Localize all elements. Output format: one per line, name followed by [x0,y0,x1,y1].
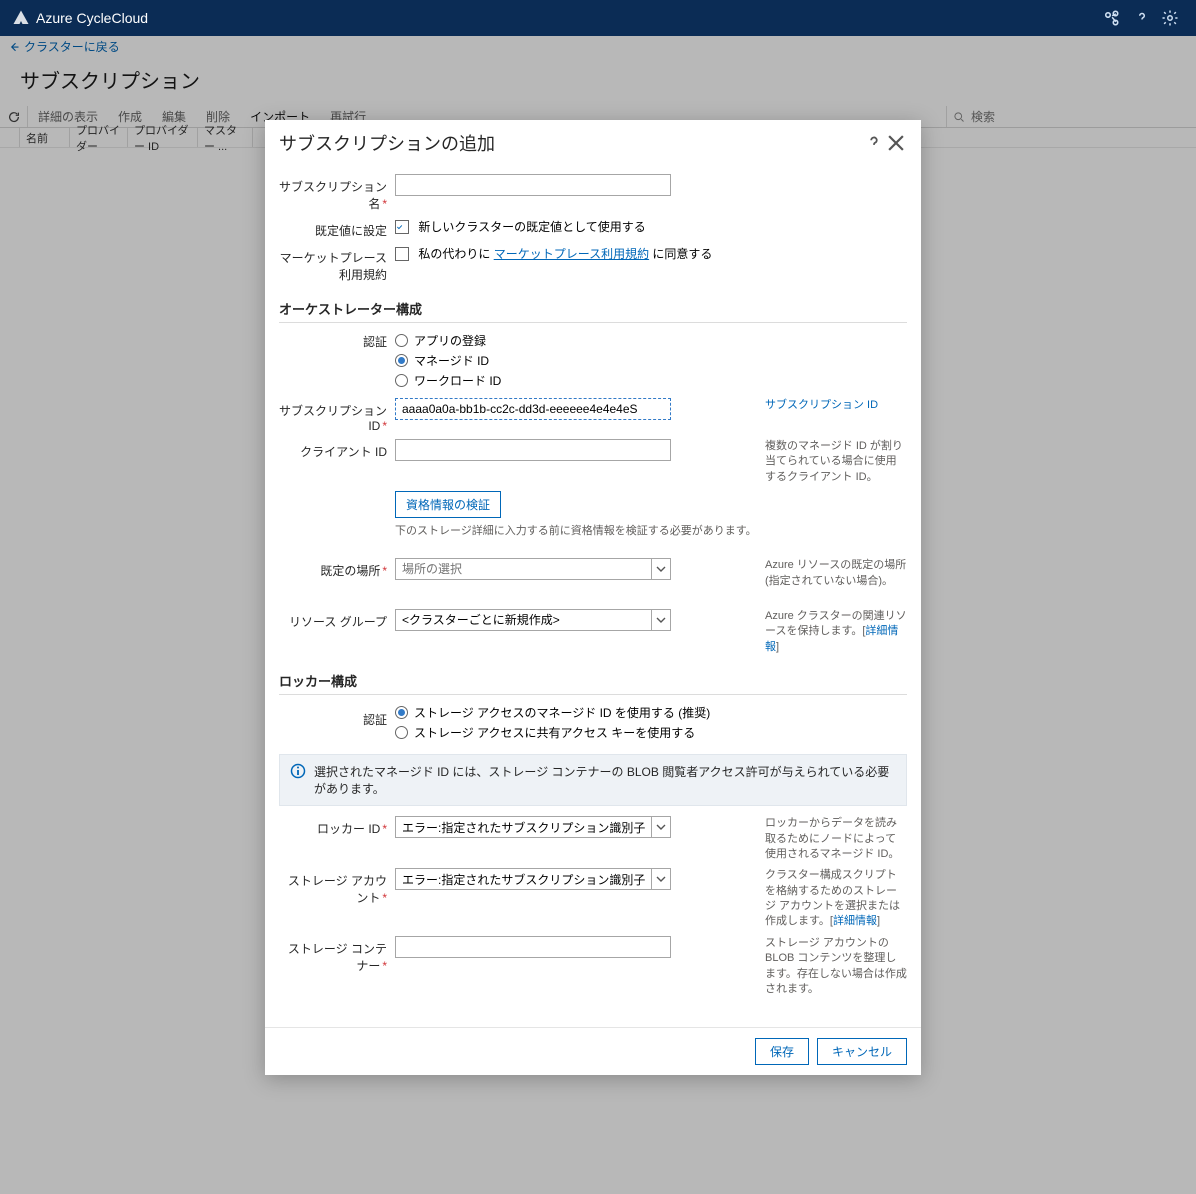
auth-radio-app[interactable]: アプリの登録 [395,332,865,349]
marketplace-checkbox[interactable] [395,247,409,261]
resource-group-side: Azure クラスターの関連リソースを保持します。[詳細情報] [765,609,907,655]
dialog-title: サブスクリプションの追加 [279,130,863,156]
set-default-text: 新しいクラスターの既定値として使用する [418,220,645,234]
default-location-combo[interactable] [395,558,671,580]
storage-container-input[interactable] [395,936,671,958]
default-location-side: Azure リソースの既定の場所 (指定されていない場合)。 [765,558,907,589]
dialog-help-icon[interactable] [863,132,885,154]
logo [12,9,30,27]
sa-more-link[interactable]: 詳細情報 [833,915,877,927]
sub-id-input[interactable] [395,398,671,420]
cancel-button[interactable]: キャンセル [817,1038,907,1065]
orchestrator-section-title: オーケストレーター構成 [279,293,907,323]
auth-label: 認証 [279,329,395,350]
default-location-label: 既定の場所 [320,564,380,578]
top-bar: Azure CycleCloud [0,0,1196,36]
client-id-input[interactable] [395,439,671,461]
default-location-input[interactable] [395,558,651,580]
save-button[interactable]: 保存 [755,1038,809,1065]
marketplace-link[interactable]: マーケットプレース利用規約 [494,247,649,261]
marketplace-text: 私の代わりに マーケットプレース利用規約 に同意する [418,247,712,261]
info-box: 選択されたマネージド ID には、ストレージ コンテナーの BLOB 閲覧者アク… [279,754,907,806]
locker-id-label: ロッカー ID [317,822,380,836]
client-id-side: 複数のマネージド ID が割り当てられている場合に使用するクライアント ID。 [765,439,907,485]
resource-group-input[interactable] [395,609,651,631]
locker-auth-radio-managed[interactable]: ストレージ アクセスのマネージド ID を使用する (推奨) [395,704,865,721]
set-default-label: 既定値に設定 [279,218,395,239]
validate-credentials-button[interactable]: 資格情報の検証 [395,491,501,518]
resource-group-combo[interactable] [395,609,671,631]
locker-auth-radio-shared[interactable]: ストレージ アクセスに共有アクセス キーを使用する [395,724,865,741]
add-subscription-dialog: サブスクリプションの追加 サブスクリプション名* 既定値に設定 新しいクラスター… [265,120,921,1075]
chevron-down-icon[interactable] [651,558,671,580]
client-id-label: クライアント ID [279,439,395,460]
auth-radio-workload[interactable]: ワークロード ID [395,372,865,389]
locker-auth-label: 認証 [279,701,395,728]
chevron-down-icon[interactable] [651,868,671,890]
sub-name-input[interactable] [395,174,671,196]
set-default-checkbox[interactable] [395,220,409,234]
share-icon[interactable] [1100,4,1128,32]
sub-id-label: サブスクリプション ID [279,404,387,433]
storage-account-combo[interactable] [395,868,671,890]
info-icon [290,763,306,782]
locker-id-side: ロッカーからデータを読み取るためにノードによって使用されるマネージド ID。 [765,816,907,862]
sub-name-label: サブスクリプション名 [279,180,387,211]
info-text: 選択されたマネージド ID には、ストレージ コンテナーの BLOB 閲覧者アク… [314,763,896,797]
storage-account-side: クラスター構成スクリプトを格納するためのストレージ アカウントを選択または作成し… [765,868,907,930]
locker-id-combo[interactable] [395,816,671,838]
sub-id-side-link[interactable]: サブスクリプション ID [765,399,878,411]
help-icon[interactable] [1128,4,1156,32]
storage-account-input[interactable] [395,868,651,890]
locker-section-title: ロッカー構成 [279,665,907,695]
validate-hint: 下のストレージ詳細に入力する前に資格情報を検証する必要があります。 [395,522,865,538]
azure-logo-icon [12,9,30,27]
chevron-down-icon[interactable] [651,609,671,631]
auth-radio-managed[interactable]: マネージド ID [395,352,865,369]
marketplace-label: マーケットプレース利用規約 [279,245,395,283]
product-name: Azure CycleCloud [36,10,148,26]
locker-id-input[interactable] [395,816,651,838]
chevron-down-icon[interactable] [651,816,671,838]
storage-container-side: ストレージ アカウントの BLOB コンテンツを整理します。存在しない場合は作成… [765,936,907,998]
resource-group-label: リソース グループ [279,609,395,630]
close-icon[interactable] [885,132,907,154]
storage-container-label: ストレージ コンテナー [288,942,387,973]
gear-icon[interactable] [1156,4,1184,32]
storage-account-label: ストレージ アカウント [288,874,387,905]
